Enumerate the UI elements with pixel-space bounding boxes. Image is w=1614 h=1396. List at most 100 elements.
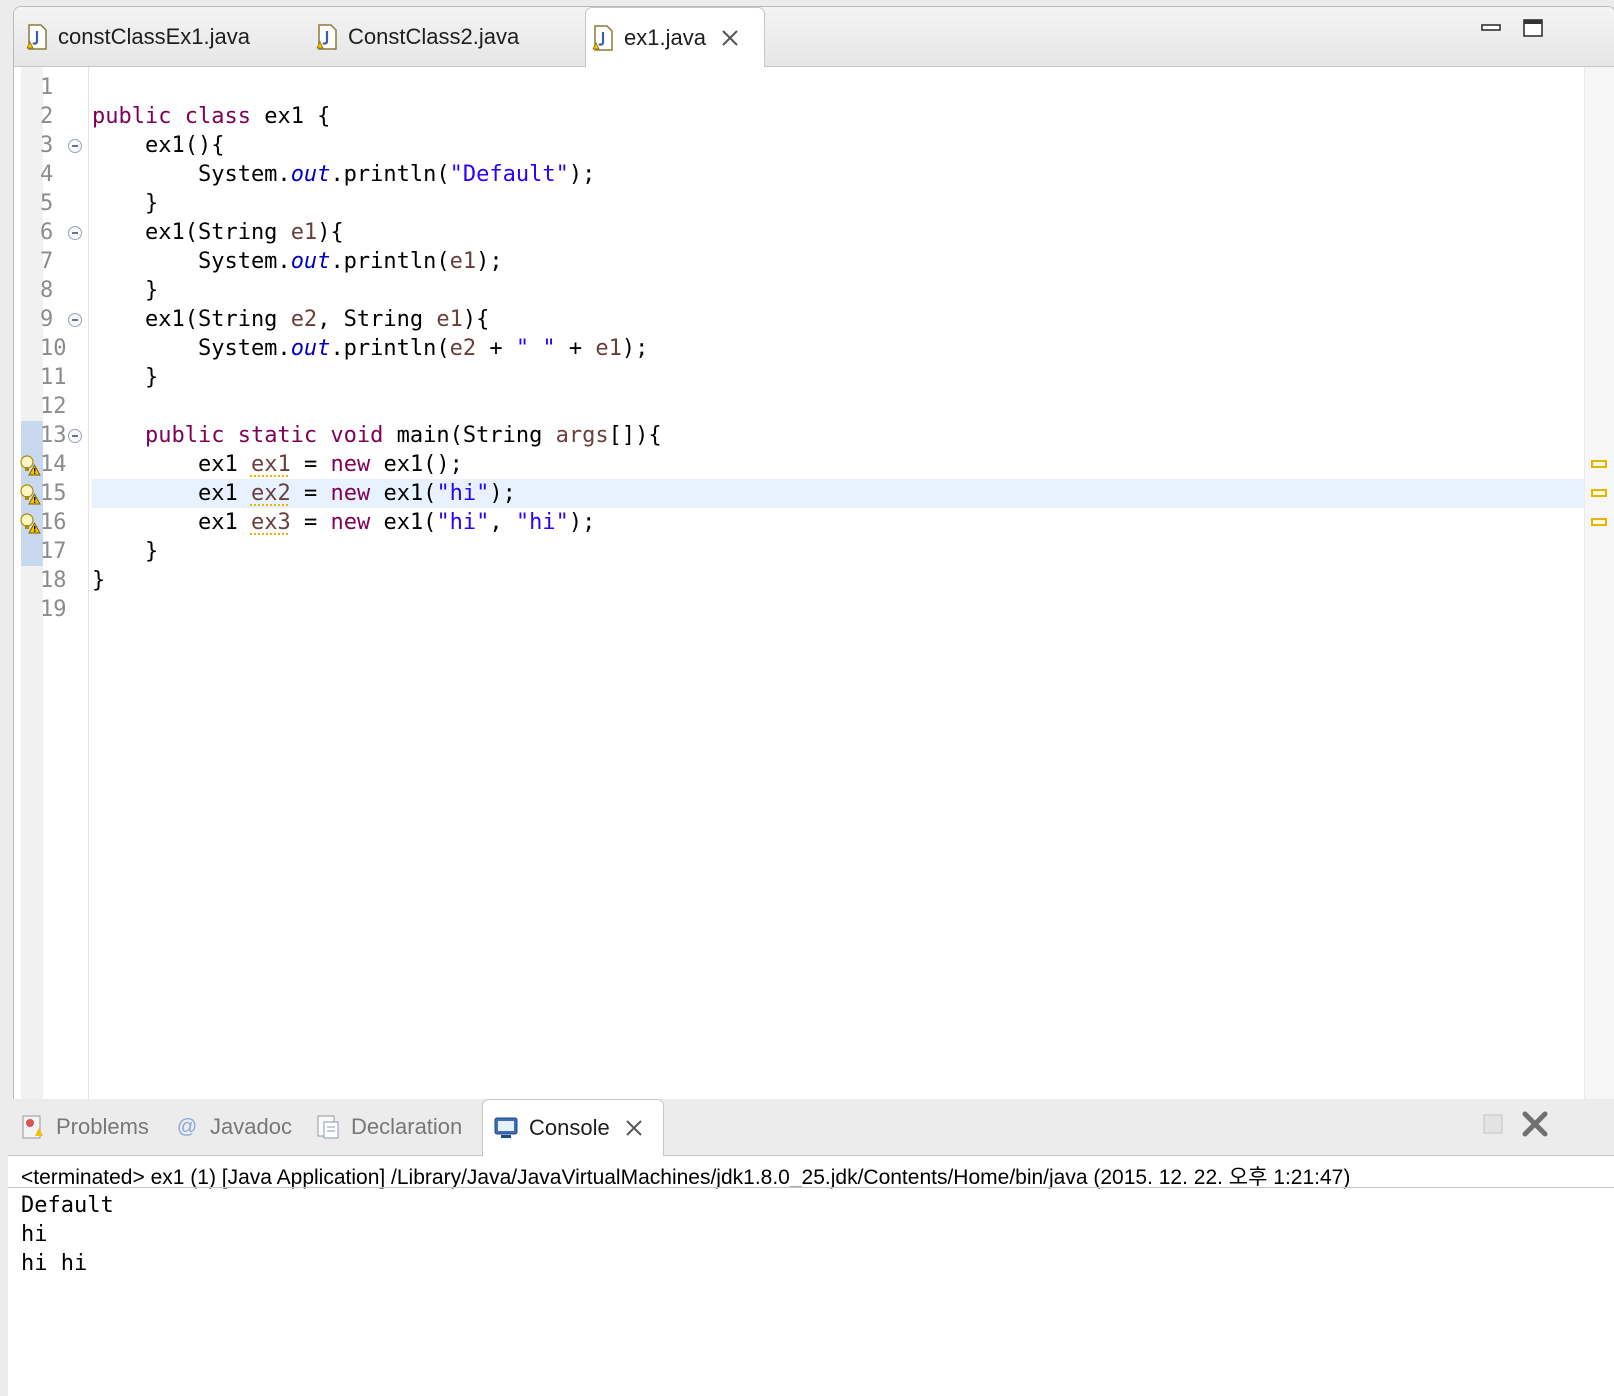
- editor-panel: constClassEx1.java ConstClass2.java ex1.…: [13, 6, 1614, 1120]
- code-line[interactable]: 2 public class ex1 {: [14, 102, 1614, 131]
- console-tabbar: Problems @ Javadoc Declaration Console: [8, 1099, 1614, 1156]
- code-token: main(String: [383, 423, 556, 448]
- tab-constclassex1[interactable]: constClassEx1.java: [22, 7, 292, 66]
- remove-launch-icon[interactable]: [1520, 1109, 1550, 1139]
- line-number: 8: [40, 278, 54, 303]
- code-token: }: [92, 539, 159, 564]
- code-token: System.: [92, 162, 291, 187]
- console-output-line: Default: [21, 1193, 114, 1218]
- code-token: public static void: [144, 423, 384, 448]
- fold-toggle-icon[interactable]: [68, 429, 82, 443]
- code-line[interactable]: 12: [14, 392, 1614, 421]
- tab-constclass2[interactable]: ConstClass2.java: [316, 7, 586, 66]
- code-token: out: [290, 162, 331, 187]
- code-line[interactable]: 15 ex1 ex2 = new ex1("hi");: [14, 479, 1614, 508]
- code-text: public static void main(String args[]){: [92, 421, 662, 450]
- code-line[interactable]: 6 ex1(String e1){: [14, 218, 1614, 247]
- line-number: 7: [40, 249, 54, 274]
- code-token: ex1(: [370, 481, 437, 506]
- code-token: }: [92, 568, 106, 593]
- code-token: ex3: [250, 510, 291, 535]
- java-file-icon: [26, 23, 47, 50]
- code-line[interactable]: 9 ex1(String e2, String e1){: [14, 305, 1614, 334]
- line-number: 2: [40, 104, 54, 129]
- code-token: ,: [489, 510, 516, 535]
- tab-label: ConstClass2.java: [348, 23, 520, 49]
- quick-fix-warning-icon[interactable]: [19, 454, 41, 476]
- code-token: }: [92, 365, 159, 390]
- code-line[interactable]: 17 }: [14, 537, 1614, 566]
- code-token: args: [555, 423, 609, 448]
- close-tab-icon[interactable]: [720, 28, 740, 48]
- code-line[interactable]: 5 }: [14, 189, 1614, 218]
- line-number: 18: [40, 568, 67, 593]
- code-line[interactable]: 13 public static void main(String args[]…: [14, 421, 1614, 450]
- code-token: ){: [317, 220, 344, 245]
- code-line[interactable]: 16 ex1 ex3 = new ex1("hi", "hi");: [14, 508, 1614, 537]
- tab-label: Problems: [56, 1114, 149, 1139]
- code-line[interactable]: 1: [14, 73, 1614, 102]
- code-token: ex1: [92, 510, 251, 535]
- code-token: "hi": [515, 510, 569, 535]
- code-line[interactable]: 7 System.out.println(e1);: [14, 247, 1614, 276]
- code-token: }: [92, 191, 159, 216]
- line-number: 5: [40, 191, 54, 216]
- tab-ex1[interactable]: ex1.java: [585, 7, 765, 67]
- code-token: ex1: [92, 452, 251, 477]
- code-token: =: [290, 452, 331, 477]
- code-token: new: [330, 481, 371, 506]
- code-token: );: [568, 162, 596, 187]
- quick-fix-warning-icon[interactable]: [19, 512, 41, 534]
- fold-toggle-icon[interactable]: [68, 139, 82, 153]
- code-token: "hi": [436, 510, 490, 535]
- code-line[interactable]: 8 }: [14, 276, 1614, 305]
- code-token: "Default": [449, 162, 569, 187]
- line-number: 14: [40, 452, 67, 477]
- code-editor[interactable]: 1 2 public class ex1 {3 ex1(){4 System.out…: [14, 67, 1614, 1119]
- close-tab-icon[interactable]: [624, 1118, 644, 1138]
- tab-console[interactable]: Console: [482, 1099, 664, 1156]
- code-token: out: [290, 249, 331, 274]
- code-line[interactable]: 11 }: [14, 363, 1614, 392]
- code-token: out: [290, 336, 331, 361]
- tab-declaration[interactable]: Declaration: [315, 1099, 485, 1155]
- code-token: ex1(String: [92, 307, 291, 332]
- code-line[interactable]: 19: [14, 595, 1614, 624]
- tab-label: ex1.java: [624, 24, 706, 50]
- code-line[interactable]: 14 ex1 ex1 = new ex1();: [14, 450, 1614, 479]
- code-line[interactable]: 4 System.out.println("Default");: [14, 160, 1614, 189]
- tab-label: Console: [529, 1115, 610, 1140]
- code-line[interactable]: 18}: [14, 566, 1614, 595]
- code-text: }: [92, 537, 158, 566]
- code-text: ex1 ex3 = new ex1("hi", "hi");: [92, 508, 595, 537]
- code-line[interactable]: 10 System.out.println(e2 + " " + e1);: [14, 334, 1614, 363]
- tab-problems[interactable]: Problems: [20, 1099, 170, 1155]
- code-token: .println(: [330, 162, 450, 187]
- code-text: }: [92, 566, 105, 595]
- overview-warning-marker[interactable]: [1591, 460, 1607, 468]
- code-token: );: [489, 481, 516, 506]
- code-text: }: [92, 276, 158, 305]
- tab-javadoc[interactable]: @ Javadoc: [174, 1099, 304, 1155]
- minimize-icon[interactable]: [1480, 17, 1502, 39]
- code-token: ex1();: [370, 452, 463, 477]
- terminate-icon[interactable]: [1482, 1113, 1504, 1135]
- java-file-icon: [316, 23, 337, 50]
- declaration-icon: [317, 1115, 339, 1139]
- quick-fix-warning-icon[interactable]: [19, 483, 41, 505]
- code-token: }: [92, 278, 159, 303]
- code-token: , String: [317, 307, 437, 332]
- fold-toggle-icon[interactable]: [68, 226, 82, 240]
- overview-warning-marker[interactable]: [1591, 489, 1607, 497]
- code-text: System.out.println(e1);: [92, 247, 503, 276]
- overview-warning-marker[interactable]: [1591, 518, 1607, 526]
- line-number: 1: [40, 75, 54, 100]
- code-token: =: [290, 481, 331, 506]
- maximize-icon[interactable]: [1522, 17, 1544, 39]
- code-line[interactable]: 3 ex1(){: [14, 131, 1614, 160]
- line-number: 19: [40, 597, 67, 622]
- fold-toggle-icon[interactable]: [68, 313, 82, 327]
- code-token: System.: [92, 336, 291, 361]
- code-text: ex1 ex2 = new ex1("hi");: [92, 479, 516, 508]
